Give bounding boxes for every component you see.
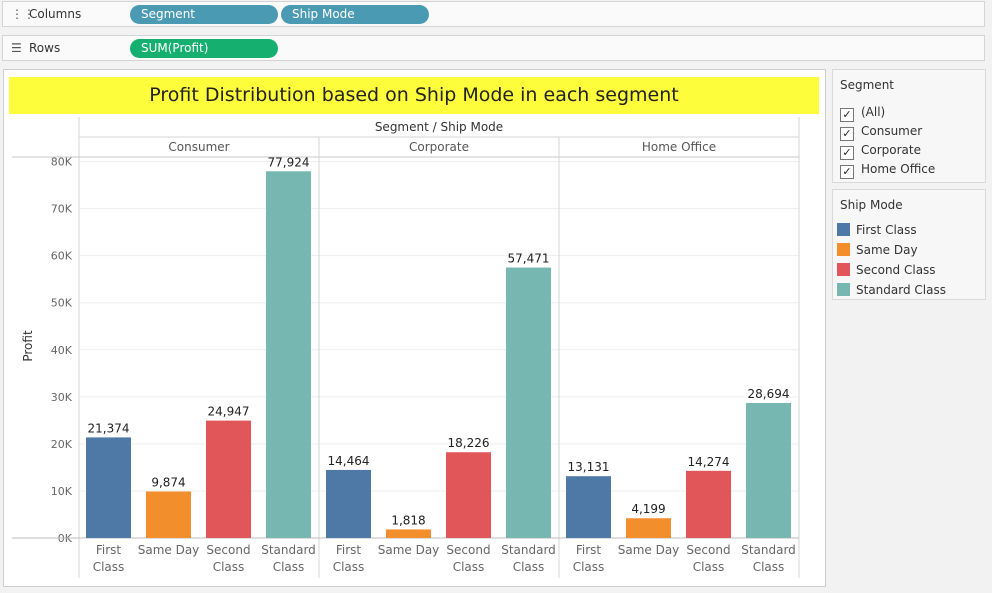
segment-filter-card: Segment ✓ (All) ✓ Consumer ✓ Corporate ✓ Hom… [832, 69, 986, 183]
legend-item-standard-class[interactable]: Standard Class [837, 281, 946, 299]
checkbox-checked-icon[interactable]: ✓ [840, 165, 854, 179]
bar [746, 402, 791, 538]
x-tick-label: Second [446, 543, 490, 557]
bar [326, 469, 371, 538]
x-tick-label: Class [573, 560, 605, 574]
x-tick-label: Class [513, 560, 545, 574]
bar [146, 491, 191, 538]
y-tick-label: 70K [51, 203, 73, 216]
color-swatch [837, 223, 850, 236]
segment-filter-title: Segment [840, 78, 894, 92]
y-tick-label: 60K [51, 250, 73, 263]
data-label: 14,274 [688, 455, 730, 469]
color-swatch [837, 283, 850, 296]
x-tick-label: Class [213, 560, 245, 574]
data-label: 57,471 [508, 252, 550, 266]
bar [446, 452, 491, 538]
bar [566, 476, 611, 538]
rows-shelf-label: ☰ Rows [11, 36, 60, 60]
checkbox-checked-icon[interactable]: ✓ [840, 146, 854, 160]
x-tick-label: Class [273, 560, 305, 574]
data-label: 18,226 [448, 436, 490, 450]
data-label: 21,374 [88, 421, 130, 435]
filter-option-consumer[interactable]: ✓ Consumer [840, 122, 922, 141]
legend-item-same-day[interactable]: Same Day [837, 241, 918, 259]
x-tick-label: Class [693, 560, 725, 574]
x-tick-label: Same Day [618, 543, 680, 557]
bar [506, 267, 551, 538]
y-axis-label: Profit [21, 330, 35, 362]
y-tick-label: 20K [51, 438, 73, 451]
segment-pill[interactable]: Segment [130, 5, 278, 24]
columns-icon: ⋮⋮ [11, 7, 35, 21]
color-swatch [837, 243, 850, 256]
x-tick-label: Standard [501, 543, 556, 557]
ship-mode-legend-title: Ship Mode [840, 198, 903, 212]
columns-shelf-label: ⋮⋮Columns [11, 2, 81, 26]
bar [626, 518, 671, 538]
x-tick-label: Second [686, 543, 730, 557]
x-tick-label: Second [206, 543, 250, 557]
ship-mode-legend-card: Ship Mode First Class Same Day Second Cl… [832, 189, 986, 300]
data-label: 14,464 [328, 454, 370, 468]
sum-profit-pill[interactable]: SUM(Profit) [130, 39, 278, 58]
x-tick-label: First [96, 543, 122, 557]
y-tick-label: 30K [51, 391, 73, 404]
columns-shelf: ⋮⋮Columns Segment Ship Mode [2, 1, 985, 27]
rows-shelf: ☰ Rows SUM(Profit) [2, 35, 985, 61]
color-swatch [837, 263, 850, 276]
filter-option-corporate[interactable]: ✓ Corporate [840, 141, 921, 160]
bar [686, 470, 731, 538]
legend-item-first-class[interactable]: First Class [837, 221, 917, 239]
x-tick-label: Class [93, 560, 125, 574]
checkbox-checked-icon[interactable]: ✓ [840, 108, 854, 122]
data-label: 28,694 [748, 387, 790, 401]
worksheet: Profit Distribution based on Ship Mode i… [3, 69, 826, 587]
x-tick-label: First [576, 543, 602, 557]
checkbox-checked-icon[interactable]: ✓ [840, 127, 854, 141]
data-label: 77,924 [268, 155, 310, 169]
segment-header-label: Corporate [409, 140, 469, 154]
bar [86, 437, 131, 538]
data-label: 1,818 [391, 513, 425, 527]
y-tick-label: 50K [51, 297, 73, 310]
x-tick-label: First [336, 543, 362, 557]
bar [266, 171, 311, 538]
x-tick-label: Class [333, 560, 365, 574]
x-tick-label: Class [753, 560, 785, 574]
bar [386, 529, 431, 538]
rows-icon: ☰ [11, 41, 22, 55]
data-label: 24,947 [208, 405, 250, 419]
filter-option-home-office[interactable]: ✓ Home Office [840, 160, 935, 179]
x-tick-label: Same Day [138, 543, 200, 557]
x-tick-label: Class [453, 560, 485, 574]
data-label: 4,199 [631, 502, 665, 516]
segment-header-label: Consumer [168, 140, 229, 154]
data-label: 13,131 [568, 460, 610, 474]
ship-mode-pill[interactable]: Ship Mode [281, 5, 429, 24]
bar [206, 420, 251, 538]
x-tick-label: Standard [261, 543, 316, 557]
bar-chart: 0K10K20K30K40K50K60K70K80KSegment / Ship… [12, 117, 800, 578]
segment-header-label: Home Office [642, 140, 716, 154]
x-tick-label: Standard [741, 543, 796, 557]
filter-option-all[interactable]: ✓ (All) [840, 103, 885, 122]
y-tick-label: 10K [51, 485, 73, 498]
y-tick-label: 40K [51, 344, 73, 357]
header-title: Segment / Ship Mode [375, 120, 503, 134]
data-label: 9,874 [151, 476, 185, 490]
legend-item-second-class[interactable]: Second Class [837, 261, 936, 279]
x-tick-label: Same Day [378, 543, 440, 557]
